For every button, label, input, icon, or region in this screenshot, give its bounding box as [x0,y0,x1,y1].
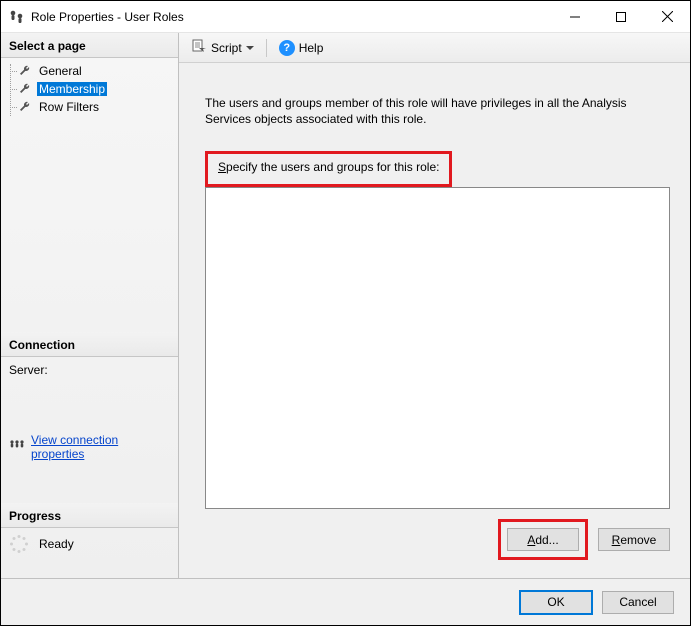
page-tree: General Membership Row F [1,58,178,120]
maximize-button[interactable] [598,1,644,33]
tree-label: Membership [37,82,107,96]
dialog-footer: OK Cancel [1,579,690,625]
title-bar: Role Properties - User Roles [1,1,690,33]
cancel-button[interactable]: Cancel [602,591,674,614]
tree-item-general[interactable]: General [1,62,178,80]
tree-label: General [37,64,84,78]
tree-label: Row Filters [37,100,101,114]
script-button[interactable]: Script [187,36,258,59]
help-icon: ? [279,40,295,56]
progress-status: Ready [39,537,74,551]
progress-row: Ready [1,528,178,578]
wrench-icon [19,82,33,96]
add-button[interactable]: Add... [507,528,579,551]
script-icon [191,38,207,57]
progress-heading: Progress [1,503,178,528]
highlight-add: Add... [498,519,588,560]
ok-button[interactable]: OK [520,591,592,614]
tree-item-membership[interactable]: Membership [1,80,178,98]
toolbar-separator [266,39,267,57]
view-connection-link[interactable]: View connection properties [31,433,170,461]
spinner-icon [9,534,29,554]
help-button[interactable]: ? Help [275,38,328,58]
server-label: Server: [1,357,178,383]
content-area: The users and groups member of this role… [179,63,690,578]
wrench-icon [19,64,33,78]
view-connection-row: View connection properties [1,429,178,473]
chevron-down-icon [246,41,254,55]
script-label: Script [211,41,242,55]
specify-label: Specify the users and groups for this ro… [214,158,443,176]
minimize-button[interactable] [552,1,598,33]
help-label: Help [299,41,324,55]
right-panel: Script ? Help The users and groups membe… [179,33,690,578]
members-listbox[interactable] [205,187,670,509]
member-button-row: Add... Remove [205,509,670,568]
wrench-icon [19,100,33,114]
dialog-window: Role Properties - User Roles Select a pa… [0,0,691,626]
app-icon [9,9,25,25]
close-button[interactable] [644,1,690,33]
connection-icon [9,439,25,456]
connection-heading: Connection [1,332,178,357]
window-title: Role Properties - User Roles [31,10,184,24]
tree-item-row-filters[interactable]: Row Filters [1,98,178,116]
description-text: The users and groups member of this role… [205,79,665,127]
remove-button[interactable]: Remove [598,528,670,551]
toolbar: Script ? Help [179,33,690,63]
left-panel: Select a page General [1,33,179,578]
select-page-heading: Select a page [1,33,178,58]
highlight-specify: Specify the users and groups for this ro… [205,151,452,187]
